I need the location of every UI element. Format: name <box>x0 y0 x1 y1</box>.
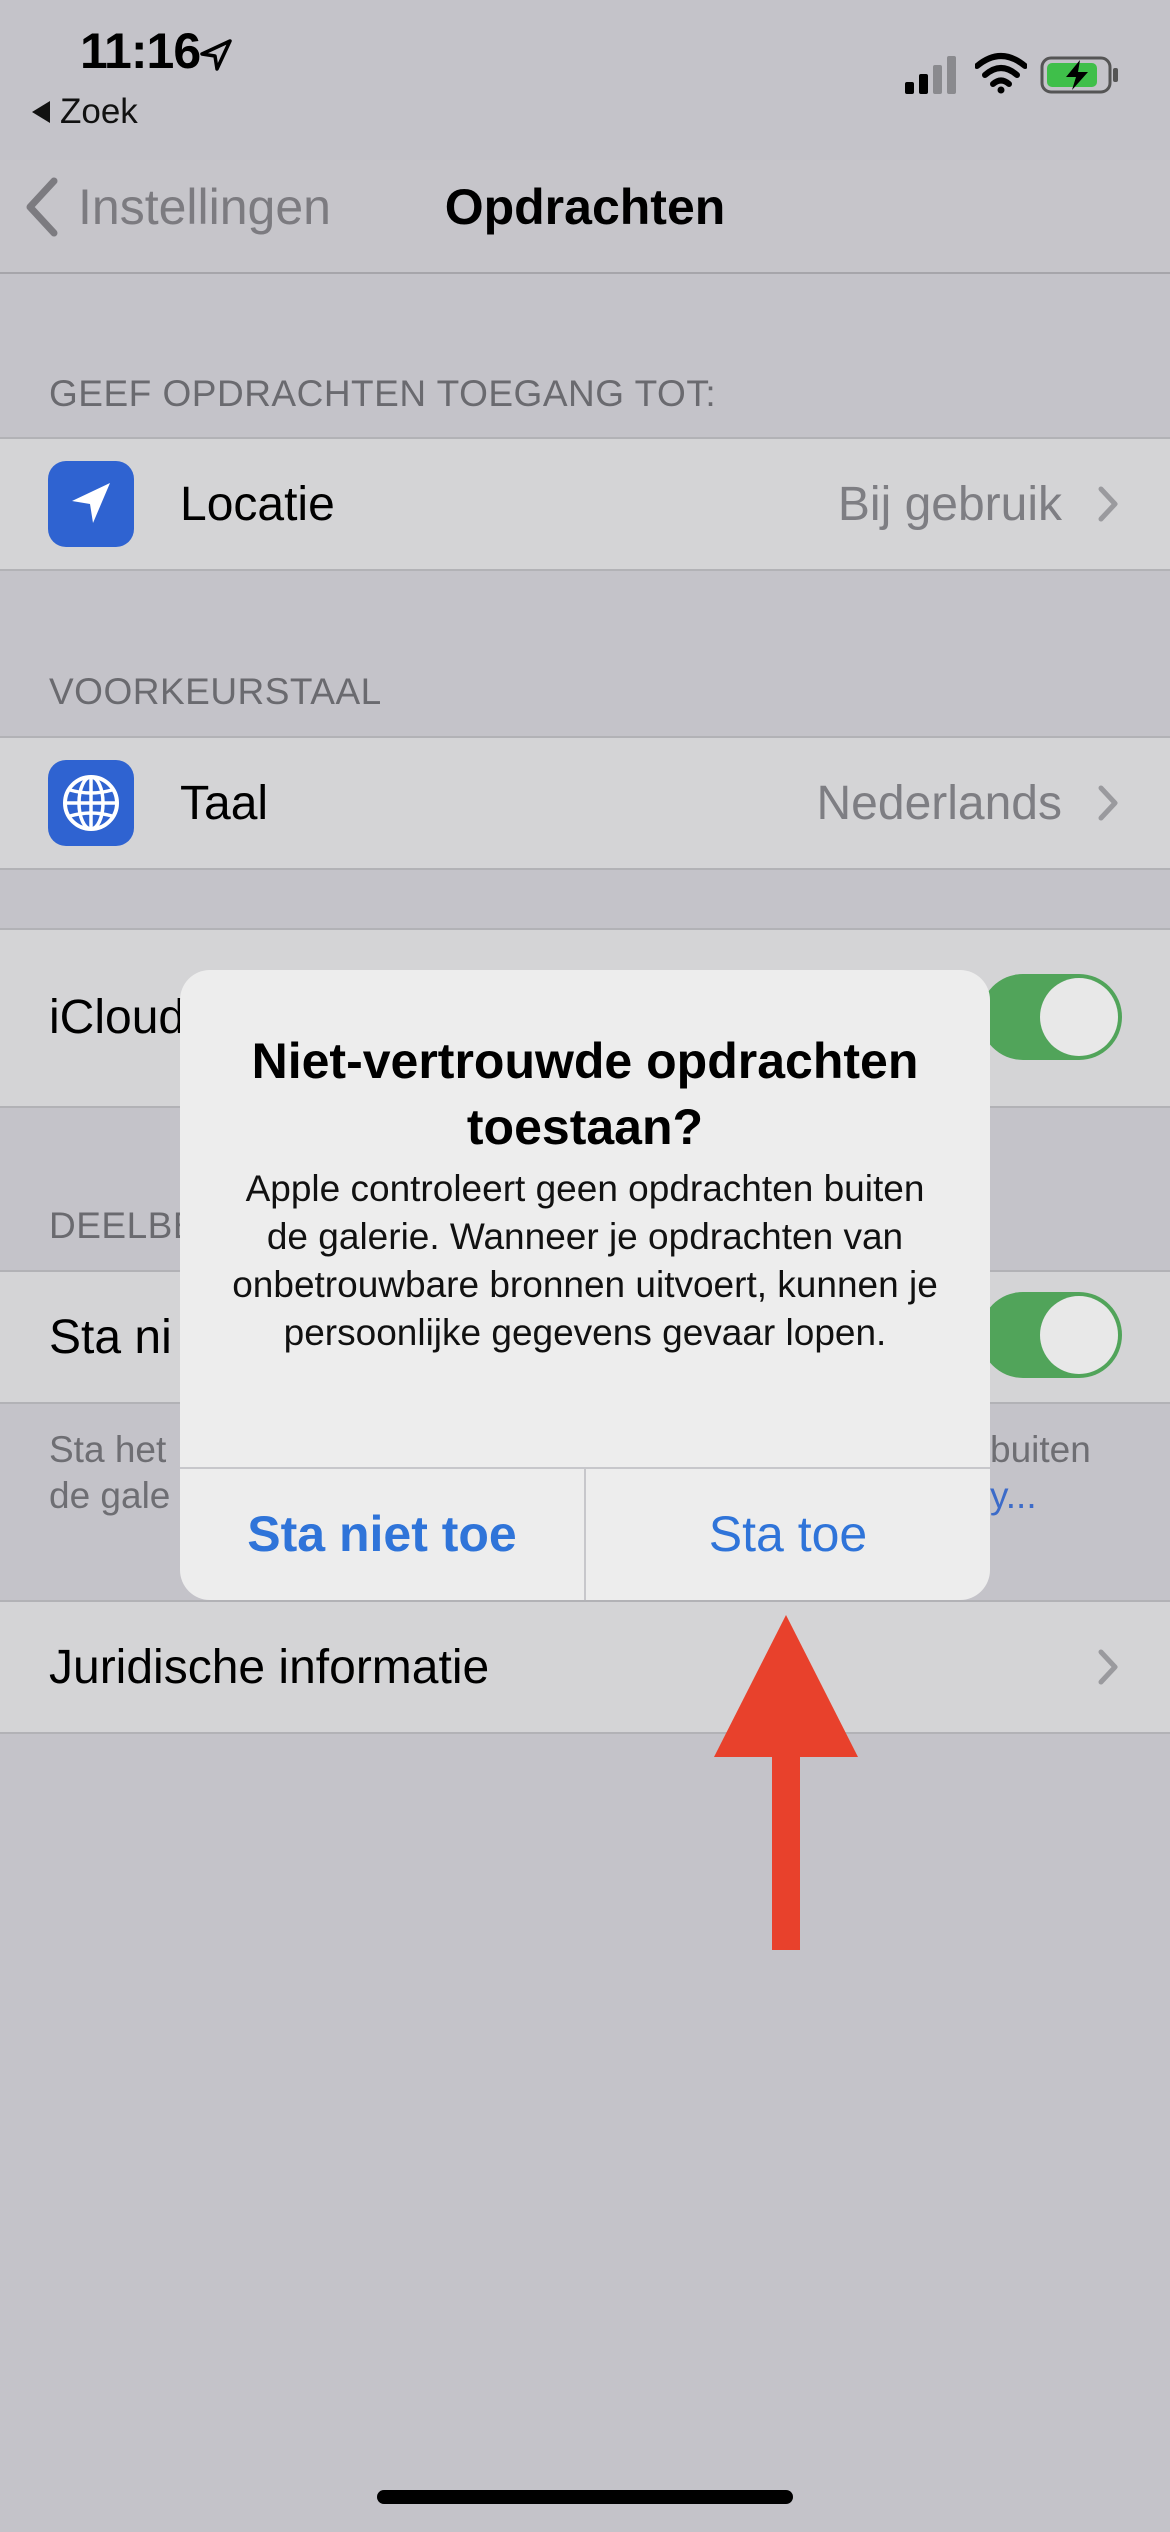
chevron-right-icon <box>1098 1649 1118 1685</box>
untrusted-shortcuts-label: Sta ni <box>49 1311 172 1364</box>
section-header-sharing: DEELBE <box>49 1205 199 1246</box>
untrusted-shortcuts-toggle[interactable] <box>980 1292 1122 1378</box>
alert-title: Niet-vertrouwde opdrachten toestaan? <box>251 1033 919 1155</box>
untrusted-shortcuts-alert: Niet-vertrouwde opdrachten toestaan? App… <box>180 970 990 1600</box>
icloud-toggle[interactable] <box>980 974 1122 1060</box>
back-to-app-button[interactable]: Zoek <box>32 92 138 132</box>
wifi-icon <box>975 53 1027 94</box>
globe-icon <box>48 760 134 846</box>
cellular-signal-icon <box>905 56 956 94</box>
location-row[interactable]: Locatie Bij gebruik <box>0 437 1170 571</box>
location-label: Locatie <box>180 478 335 531</box>
page-title: Opdrachten <box>444 179 726 235</box>
alert-message: Apple controleert geen opdrachten buiten… <box>232 1168 938 1353</box>
deny-button[interactable]: Sta niet toe <box>180 1469 584 1600</box>
location-arrow-icon <box>48 461 134 547</box>
status-time: 11:16 <box>80 23 201 79</box>
footer-text-right: buiten y... <box>990 1427 1140 1519</box>
chevron-right-icon <box>1098 785 1118 821</box>
location-value: Bij gebruik <box>837 478 1062 531</box>
section-header-language: VOORKEURSTAAL <box>49 671 382 712</box>
allow-button[interactable]: Sta toe <box>586 1469 990 1600</box>
language-row[interactable]: Taal Nederlands <box>0 736 1170 870</box>
language-value: Nederlands <box>816 777 1062 830</box>
back-triangle-icon <box>32 101 50 123</box>
section-header-access: GEEF OPDRACHTEN TOEGANG TOT: <box>49 373 717 414</box>
location-services-icon <box>200 39 232 71</box>
icloud-label: iCloud <box>49 991 186 1044</box>
battery-charging-icon <box>1040 56 1118 94</box>
home-indicator[interactable] <box>377 2490 793 2504</box>
privacy-link[interactable]: y... <box>990 1473 1140 1519</box>
legal-row[interactable]: Juridische informatie <box>0 1600 1170 1734</box>
back-to-app-label: Zoek <box>60 92 138 131</box>
language-label: Taal <box>180 777 269 830</box>
chevron-right-icon <box>1098 486 1118 522</box>
annotation-arrow-icon <box>714 1615 858 1950</box>
legal-label: Juridische informatie <box>49 1641 490 1694</box>
